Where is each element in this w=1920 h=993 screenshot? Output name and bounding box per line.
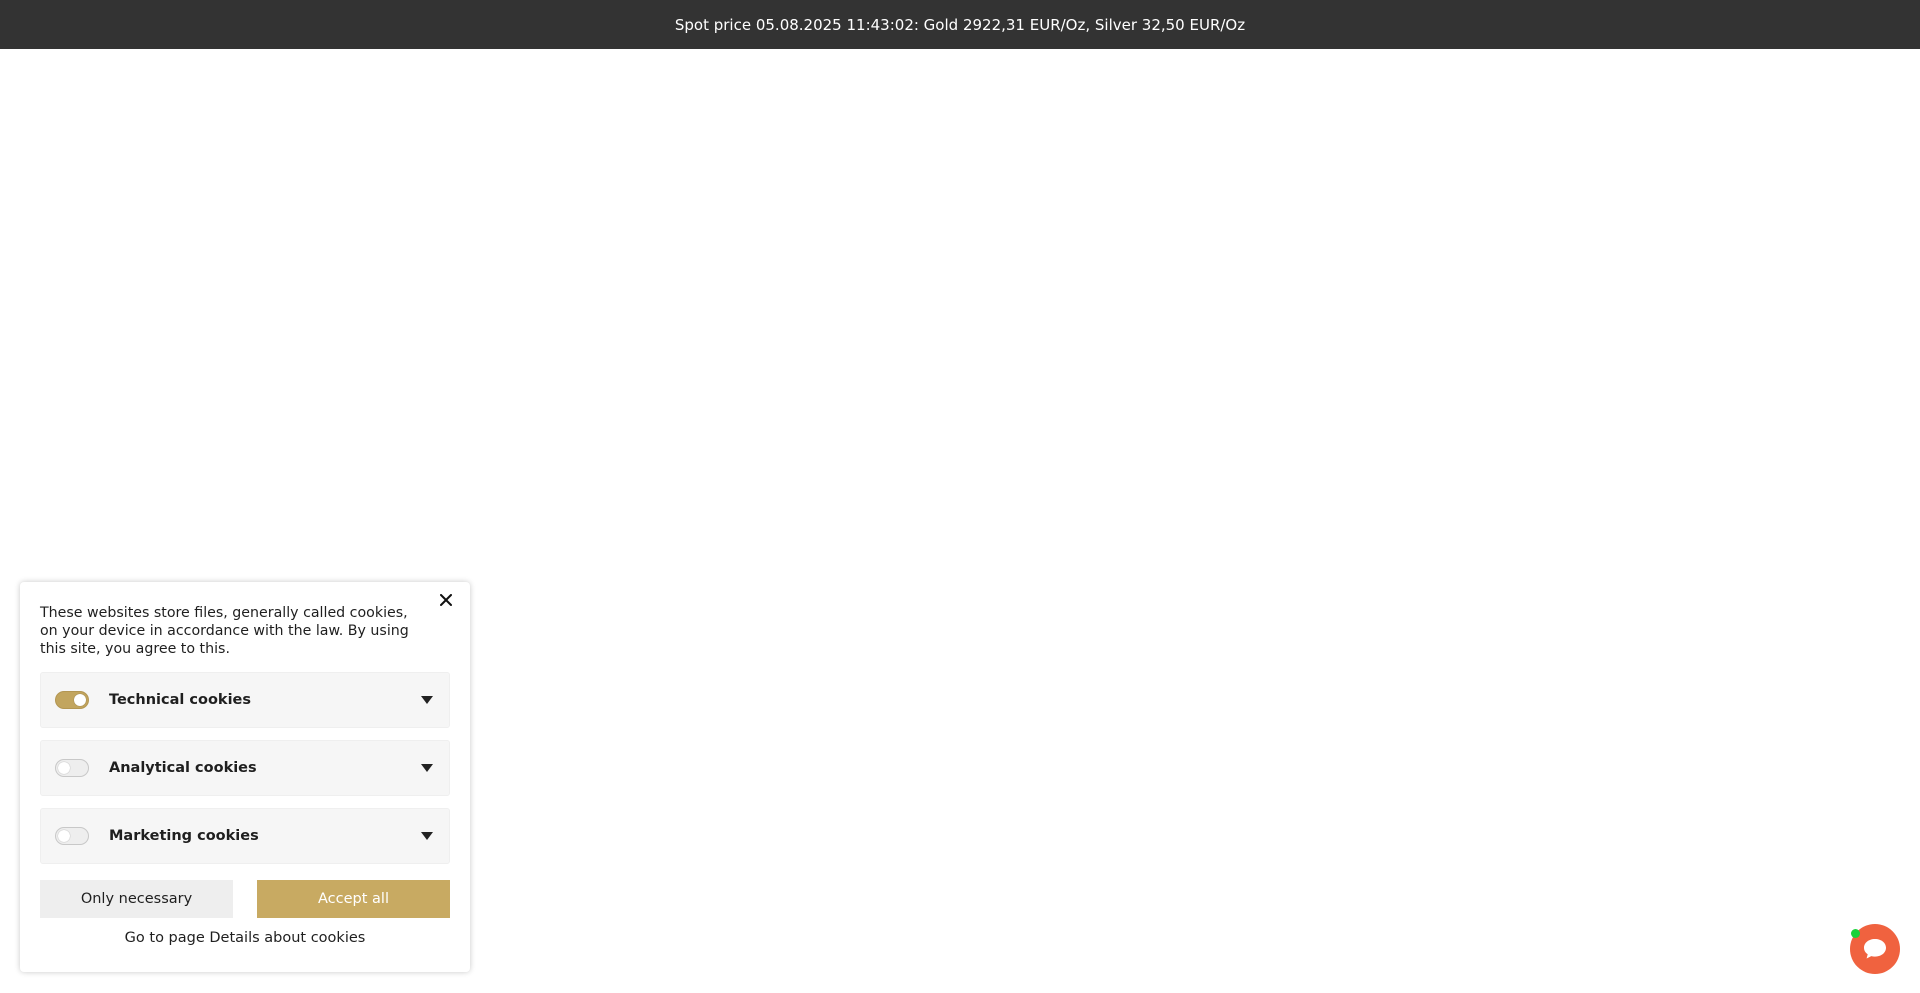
chevron-down-icon[interactable] xyxy=(421,832,433,840)
cookie-group-technical[interactable]: Technical cookies xyxy=(40,672,450,728)
chevron-down-icon[interactable] xyxy=(421,764,433,772)
cookie-group-label: Analytical cookies xyxy=(109,760,257,776)
marketing-cookies-toggle[interactable] xyxy=(55,827,89,845)
cookie-intro-text: These websites store files, generally ca… xyxy=(40,605,409,657)
toggle-knob xyxy=(58,830,70,842)
cookie-group-label: Marketing cookies xyxy=(109,828,259,844)
cookie-group-analytical[interactable]: Analytical cookies xyxy=(40,740,450,796)
cookie-details-link[interactable]: Go to page Details about cookies xyxy=(40,930,450,946)
close-button[interactable] xyxy=(436,590,456,610)
chevron-down-icon[interactable] xyxy=(421,696,433,704)
close-icon xyxy=(440,594,452,606)
spot-price-bar: Spot price 05.08.2025 11:43:02: Gold 292… xyxy=(0,0,1920,49)
toggle-knob xyxy=(74,694,86,706)
analytical-cookies-toggle[interactable] xyxy=(55,759,89,777)
only-necessary-button[interactable]: Only necessary xyxy=(40,880,233,918)
toggle-knob xyxy=(58,762,70,774)
cookie-group-marketing[interactable]: Marketing cookies xyxy=(40,808,450,864)
accept-all-button[interactable]: Accept all xyxy=(257,880,450,918)
online-status-dot xyxy=(1851,929,1860,938)
cookie-consent-panel: These websites store files, generally ca… xyxy=(20,582,470,972)
cookie-buttons: Only necessary Accept all xyxy=(40,880,450,918)
chat-bubble-icon xyxy=(1864,939,1886,959)
cookie-group-label: Technical cookies xyxy=(109,692,252,708)
technical-cookies-toggle[interactable] xyxy=(55,691,89,709)
spot-price-text: Spot price 05.08.2025 11:43:02: Gold 292… xyxy=(674,15,1246,34)
